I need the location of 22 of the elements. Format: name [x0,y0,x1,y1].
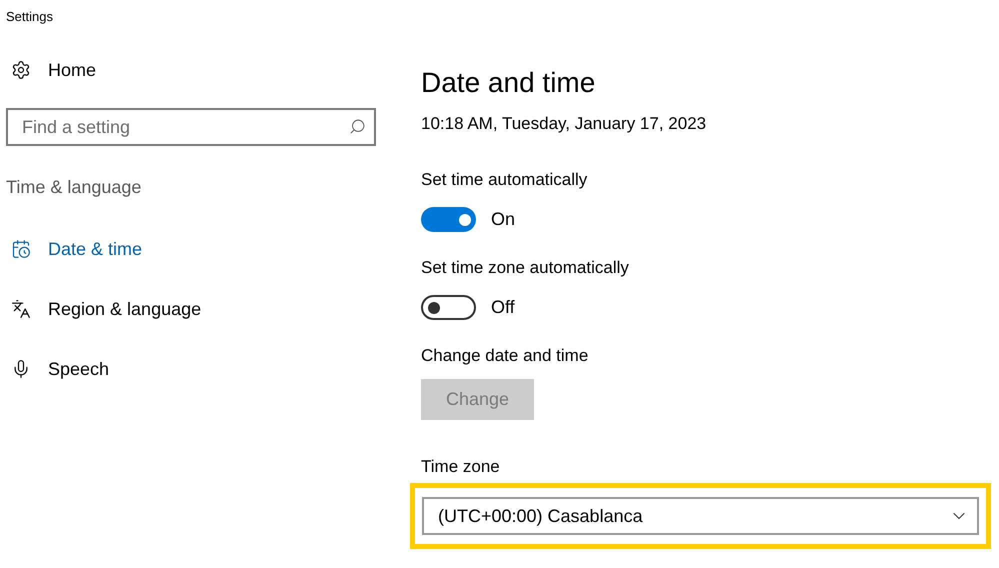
nav-item[interactable]: Region & language [6,297,400,321]
language-icon [10,298,32,320]
time-zone-dropdown[interactable]: (UTC+00:00) Casablanca [422,497,979,535]
gear-icon [10,59,32,81]
nav-item[interactable]: Date & time [6,237,400,261]
toggle-state: Off [491,297,515,318]
window-title: Settings [5,8,54,26]
toggle-switch[interactable] [421,207,476,232]
home-link[interactable]: Home [6,58,400,82]
setting-label: Change date and time [421,346,590,367]
calendar-clock-icon [10,238,32,260]
page-title: Date and time [421,67,596,100]
search-icon [349,118,366,135]
nav-item[interactable]: Speech [6,357,400,381]
toggle-switch[interactable] [421,295,476,320]
setting-label: Set time zone automatically [421,258,630,279]
current-datetime: 10:18 AM, Tuesday, January 17, 2023 [421,114,708,135]
setting-label: Set time automatically [421,170,588,191]
section-heading: Time & language [6,177,142,199]
search-field[interactable]: Find a setting [6,108,376,146]
toggle-state: On [491,209,516,230]
setting-label: Time zone [421,457,501,478]
